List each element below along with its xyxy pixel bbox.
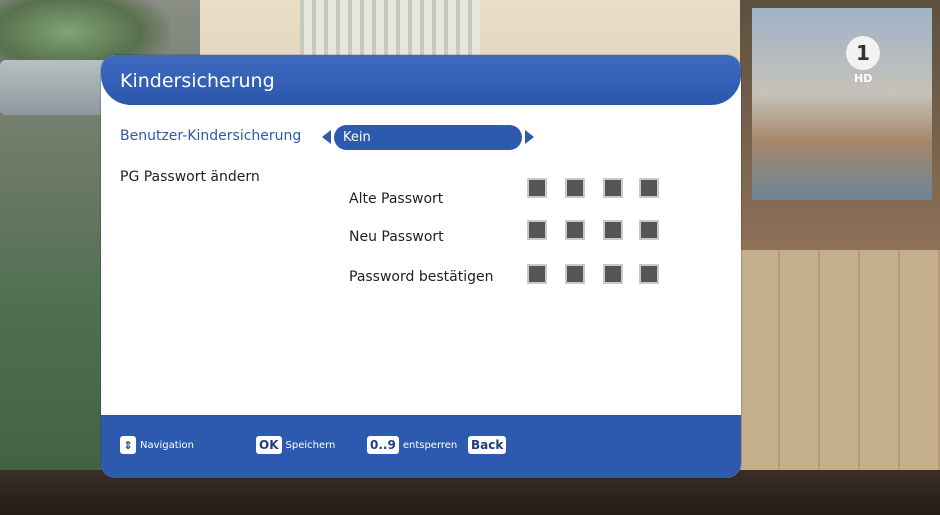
pin-digit-box[interactable]: [639, 264, 659, 284]
user-lock-value: Kein: [343, 130, 371, 145]
footer-save-hint: OK Speichern: [256, 436, 335, 454]
dialog-footer: ⇕ Navigation OK Speichern 0..9 entsperre…: [101, 415, 741, 478]
parental-control-dialog: Kindersicherung Benutzer-Kindersicherung…: [101, 55, 741, 478]
navigation-label: Navigation: [140, 439, 194, 451]
pin-digit-box[interactable]: [639, 220, 659, 240]
pin-digit-box[interactable]: [603, 220, 623, 240]
pin-digit-box[interactable]: [565, 220, 585, 240]
up-down-icon: ⇕: [120, 436, 136, 454]
user-lock-selector[interactable]: Kein: [334, 125, 522, 150]
footer-navigation-hint: ⇕ Navigation: [120, 436, 194, 454]
pin-digit-box[interactable]: [565, 178, 585, 198]
pin-digit-box[interactable]: [639, 178, 659, 198]
arrow-left-icon[interactable]: [322, 130, 331, 144]
user-lock-label[interactable]: Benutzer-Kindersicherung: [120, 128, 301, 144]
bg-painting: [752, 8, 932, 200]
pin-digit-box[interactable]: [527, 178, 547, 198]
footer-back-hint: Back: [468, 436, 507, 454]
pin-digit-box[interactable]: [565, 264, 585, 284]
dialog-title: Kindersicherung: [120, 70, 275, 92]
save-label: Speichern: [285, 439, 336, 451]
pg-password-change-label[interactable]: PG Passwort ändern: [120, 169, 260, 185]
arrow-right-icon[interactable]: [525, 130, 534, 144]
confirm-password-label: Password bestätigen: [349, 269, 494, 285]
channel-logo: 1: [846, 36, 880, 70]
back-key: Back: [468, 436, 507, 454]
unlock-label: entsperren: [402, 439, 458, 451]
pin-digit-box[interactable]: [603, 264, 623, 284]
channel-hd-label: HD: [854, 72, 873, 85]
new-password-label: Neu Passwort: [349, 229, 444, 245]
bg-counter: [0, 60, 110, 115]
pin-digit-box[interactable]: [603, 178, 623, 198]
old-password-label: Alte Passwort: [349, 191, 444, 207]
pin-digit-box[interactable]: [527, 220, 547, 240]
digits-key: 0..9: [367, 436, 399, 454]
pin-digit-box[interactable]: [527, 264, 547, 284]
ok-key: OK: [256, 436, 282, 454]
bg-wood-panel: [740, 250, 940, 470]
footer-unlock-hint: 0..9 entsperren: [367, 436, 457, 454]
